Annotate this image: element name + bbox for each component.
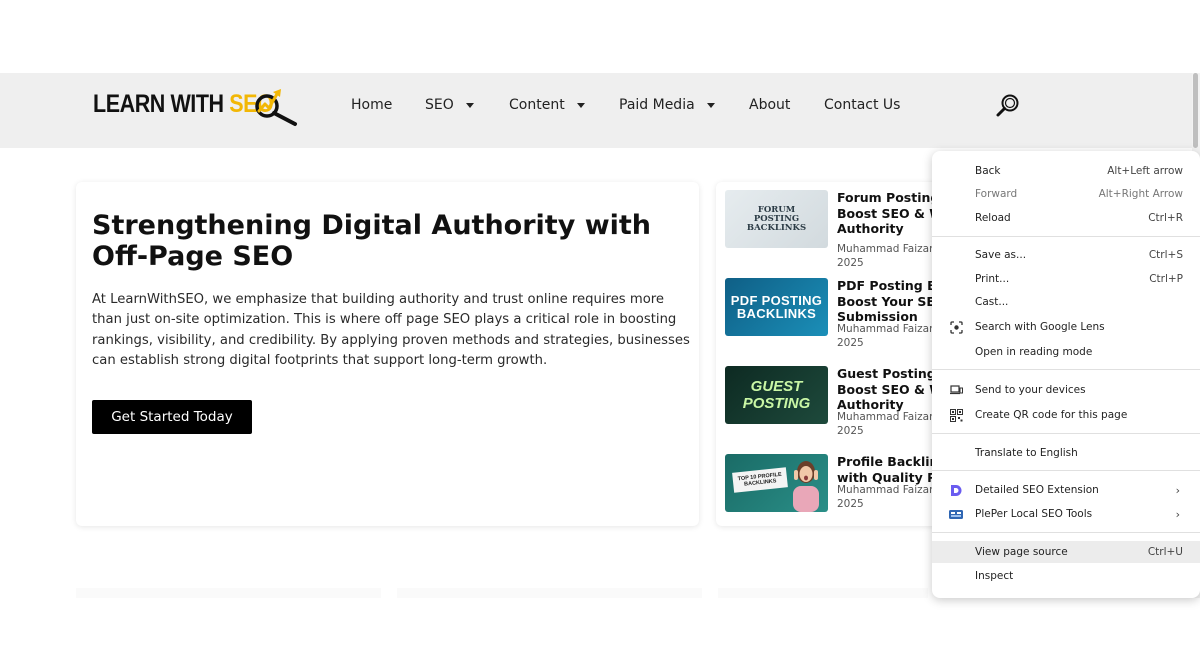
- scrollbar-thumb[interactable]: [1193, 73, 1198, 148]
- menu-label: Forward: [975, 188, 1018, 200]
- menu-item-translate[interactable]: Translate to English: [932, 442, 1200, 464]
- menu-label: Open in reading mode: [975, 346, 1093, 358]
- menu-item-forward[interactable]: Forward Alt+Right Arrow: [932, 183, 1200, 205]
- menu-label: PlePer Local SEO Tools: [975, 508, 1093, 520]
- post-item[interactable]: FORUM POSTING BACKLINKS Forum Posting Bo…: [725, 190, 955, 269]
- menu-item-back[interactable]: Back Alt+Left arrow: [932, 160, 1200, 182]
- post-thumbnail[interactable]: TOP 10 PROFILE BACKLINKS: [725, 454, 828, 512]
- nav-contact-label: Contact Us: [824, 97, 901, 113]
- menu-label: Save as...: [975, 249, 1027, 261]
- menu-shortcut: Ctrl+P: [1149, 273, 1183, 285]
- browser-viewport: LEARN WITH SEO Home SEO Content Paid Med…: [0, 0, 1200, 670]
- post-item[interactable]: GUEST POSTING Guest Posting Boost SEO & …: [725, 366, 955, 437]
- thumbnail-text: TOP 10 PROFILE BACKLINKS: [737, 471, 782, 488]
- card-placeholder: [397, 588, 702, 598]
- menu-item-detailed-seo[interactable]: Detailed SEO Extension ›: [932, 479, 1200, 501]
- card-placeholder: [718, 588, 928, 598]
- post-thumbnail[interactable]: PDF POSTING BACKLINKS: [725, 278, 828, 336]
- menu-item-reload[interactable]: Reload Ctrl+R: [932, 207, 1200, 229]
- google-lens-icon: [949, 320, 963, 334]
- thumbnail-text: PDF POSTING BACKLINKS: [730, 293, 823, 321]
- menu-label: Back: [975, 165, 1001, 177]
- nav-home[interactable]: Home: [351, 97, 392, 113]
- menu-item-view-source[interactable]: View page source Ctrl+U: [932, 541, 1200, 563]
- menu-label: Print...: [975, 273, 1010, 285]
- thumbnail-text: GUEST POSTING: [742, 378, 811, 412]
- chevron-right-icon: ›: [1175, 483, 1180, 497]
- chevron-right-icon: ›: [1175, 507, 1180, 521]
- menu-shortcut: Ctrl+R: [1148, 212, 1183, 224]
- menu-label: Send to your devices: [975, 384, 1086, 396]
- nav-about-label: About: [749, 97, 791, 113]
- menu-item-qr-code[interactable]: Create QR code for this page: [932, 404, 1200, 426]
- menu-label: Detailed SEO Extension: [975, 484, 1099, 496]
- nav-contact[interactable]: Contact Us: [824, 97, 900, 113]
- nav-content-label: Content: [509, 97, 565, 113]
- menu-divider: [932, 236, 1200, 237]
- nav-paid-media-label: Paid Media: [619, 97, 695, 113]
- menu-divider: [932, 470, 1200, 471]
- logo-learn-text: LEARN WITH: [93, 90, 230, 118]
- nav-home-label: Home: [351, 97, 393, 113]
- qr-code-icon: [949, 408, 963, 422]
- logo-lens-icon: [255, 89, 297, 126]
- search-icon[interactable]: [995, 92, 1021, 118]
- menu-label: View page source: [975, 546, 1068, 558]
- hero-card: Strengthening Digital Authority with Off…: [76, 182, 699, 526]
- person-image: [793, 461, 819, 512]
- menu-divider: [932, 369, 1200, 370]
- site-logo[interactable]: LEARN WITH SEO: [93, 84, 303, 130]
- menu-shortcut: Alt+Left arrow: [1107, 165, 1183, 177]
- detailed-seo-icon: [949, 483, 963, 497]
- menu-item-cast[interactable]: Cast...: [932, 291, 1200, 313]
- menu-label: Create QR code for this page: [975, 409, 1128, 421]
- send-devices-icon: [949, 383, 963, 397]
- menu-label: Search with Google Lens: [975, 321, 1105, 333]
- nav-seo[interactable]: SEO: [425, 97, 474, 113]
- get-started-button[interactable]: Get Started Today: [92, 400, 252, 434]
- menu-item-inspect[interactable]: Inspect: [932, 565, 1200, 587]
- chevron-down-icon: [576, 102, 585, 108]
- menu-label: Inspect: [975, 570, 1014, 582]
- hero-body: At LearnWithSEO, we emphasize that build…: [92, 292, 690, 369]
- nav-content[interactable]: Content: [509, 97, 585, 113]
- post-item[interactable]: PDF POSTING BACKLINKS PDF Posting Ba Boo…: [725, 278, 955, 349]
- menu-divider: [932, 532, 1200, 533]
- chevron-down-icon: [706, 102, 715, 108]
- post-thumbnail[interactable]: FORUM POSTING BACKLINKS: [725, 190, 828, 248]
- menu-item-search-lens[interactable]: Search with Google Lens: [932, 316, 1200, 338]
- nav-seo-label: SEO: [425, 97, 454, 113]
- pleper-icon: [949, 507, 963, 521]
- menu-item-pleper[interactable]: PlePer Local SEO Tools ›: [932, 503, 1200, 525]
- card-placeholder: [76, 588, 381, 598]
- recent-posts-card: FORUM POSTING BACKLINKS Forum Posting Bo…: [716, 182, 956, 526]
- hero-title: Strengthening Digital Authority with Off…: [92, 210, 652, 272]
- nav-about[interactable]: About: [749, 97, 790, 113]
- menu-shortcut: Ctrl+U: [1147, 546, 1183, 558]
- chevron-down-icon: [465, 102, 474, 108]
- menu-label: Reload: [975, 212, 1011, 224]
- menu-shortcut: Alt+Right Arrow: [1098, 188, 1183, 200]
- menu-divider: [932, 433, 1200, 434]
- thumbnail-badge: TOP 10 PROFILE BACKLINKS: [732, 467, 788, 493]
- menu-item-send-devices[interactable]: Send to your devices: [932, 379, 1200, 401]
- menu-label: Translate to English: [975, 447, 1078, 459]
- menu-item-save-as[interactable]: Save as... Ctrl+S: [932, 244, 1200, 266]
- menu-item-print[interactable]: Print... Ctrl+P: [932, 268, 1200, 290]
- post-thumbnail[interactable]: GUEST POSTING: [725, 366, 828, 424]
- menu-item-reading-mode[interactable]: Open in reading mode: [932, 341, 1200, 363]
- post-item[interactable]: TOP 10 PROFILE BACKLINKS Profile Backlin…: [725, 454, 955, 514]
- thumbnail-text: FORUM POSTING BACKLINKS: [746, 204, 807, 233]
- context-menu: Back Alt+Left arrow Forward Alt+Right Arro…: [932, 151, 1200, 598]
- nav-paid-media[interactable]: Paid Media: [619, 97, 715, 113]
- menu-shortcut: Ctrl+S: [1148, 249, 1183, 261]
- menu-label: Cast...: [975, 296, 1009, 308]
